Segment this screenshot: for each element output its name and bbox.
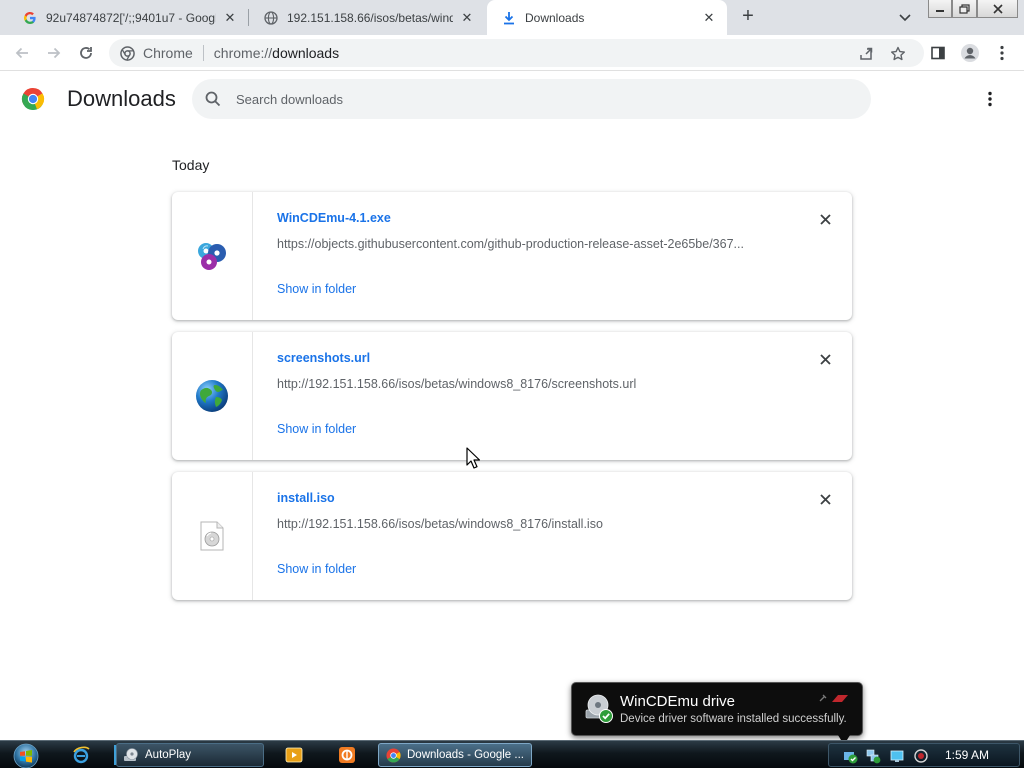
- page-title: Downloads: [67, 86, 176, 111]
- close-tab-icon[interactable]: ✕: [222, 10, 238, 26]
- side-panel-icon[interactable]: [926, 41, 950, 65]
- mouse-cursor-icon: [466, 447, 480, 469]
- windows-logo-icon: [13, 743, 39, 768]
- back-button[interactable]: [10, 41, 34, 65]
- taskbar-button-label: AutoPlay: [145, 749, 192, 761]
- new-tab-button[interactable]: +: [736, 5, 760, 29]
- file-icon-cell: [172, 472, 253, 600]
- globe-icon: [263, 10, 279, 26]
- download-item: screenshots.url http://192.151.158.66/is…: [172, 332, 852, 460]
- tray-volume-icon[interactable]: [913, 748, 929, 764]
- tab-title: Downloads: [525, 10, 585, 25]
- minimize-button[interactable]: [928, 0, 952, 18]
- site-label: Chrome: [143, 45, 193, 61]
- disc-file-icon: [200, 521, 224, 551]
- close-window-button[interactable]: [977, 0, 1018, 18]
- date-section-heading: Today: [172, 157, 210, 173]
- tray-display-icon[interactable]: [889, 748, 905, 764]
- file-icon-cell: [172, 332, 253, 460]
- tab-search-chevron-icon[interactable]: [895, 8, 915, 28]
- tray-tools-icon: [819, 694, 848, 702]
- taskbar-button-autoplay[interactable]: AutoPlay: [116, 743, 264, 767]
- forward-button[interactable]: [42, 41, 66, 65]
- show-in-folder-link[interactable]: Show in folder: [277, 422, 356, 436]
- browser-toolbar: Chrome chrome:// downloads: [0, 35, 1024, 71]
- show-in-folder-link[interactable]: Show in folder: [277, 282, 356, 296]
- wincdemu-discs-icon: [198, 243, 226, 270]
- share-icon[interactable]: [857, 45, 875, 63]
- start-button[interactable]: [8, 742, 44, 768]
- system-tray: 1:59 AM: [828, 743, 1020, 767]
- file-name-link[interactable]: WinCDEmu-4.1.exe: [277, 211, 391, 225]
- profile-avatar-icon[interactable]: [958, 41, 982, 65]
- remove-from-list-icon[interactable]: [817, 351, 833, 367]
- notification-message: Device driver software installed success…: [620, 713, 847, 725]
- app-shortcut-icon[interactable]: [338, 746, 356, 764]
- search-downloads-field[interactable]: [192, 79, 871, 119]
- globe-icon: [196, 380, 228, 412]
- taskbar: AutoPlay Downloads - Google ... 1:59 AM: [0, 740, 1024, 768]
- search-icon: [205, 91, 221, 107]
- autoplay-icon: [123, 747, 139, 763]
- media-player-icon[interactable]: [285, 746, 303, 764]
- restore-button[interactable]: [952, 0, 977, 18]
- browser-menu-icon[interactable]: [990, 41, 1014, 65]
- taskbar-button-chrome-downloads[interactable]: Downloads - Google ...: [378, 743, 532, 767]
- remove-from-list-icon[interactable]: [817, 491, 833, 507]
- tab-title: 92u74874872['/;;9401u7 - Google: [46, 10, 216, 25]
- close-tab-icon[interactable]: ✕: [701, 10, 717, 26]
- downloads-more-actions-icon[interactable]: [980, 88, 1000, 110]
- internet-explorer-icon[interactable]: [72, 746, 90, 764]
- bookmark-star-icon[interactable]: [889, 45, 907, 63]
- download-icon: [501, 10, 517, 26]
- tab-google-search[interactable]: 92u74874872['/;;9401u7 - Google ✕: [8, 0, 248, 35]
- google-g-icon: [22, 10, 38, 26]
- system-clock[interactable]: 1:59 AM: [945, 748, 989, 762]
- tray-network-icon[interactable]: [865, 748, 881, 764]
- url-scheme: chrome://: [213, 45, 273, 61]
- tray-disc-ok-icon[interactable]: [843, 748, 859, 764]
- omnibox-divider: [202, 45, 204, 61]
- file-icon-cell: [172, 192, 253, 320]
- address-bar[interactable]: Chrome chrome:// downloads: [109, 39, 924, 67]
- source-url[interactable]: http://192.151.158.66/isos/betas/windows…: [277, 517, 777, 531]
- source-url[interactable]: https://objects.githubusercontent.com/gi…: [277, 237, 777, 251]
- notification-title: WinCDEmu drive: [620, 693, 736, 710]
- download-item: WinCDEmu-4.1.exe https://objects.githubu…: [172, 192, 852, 320]
- search-downloads-input[interactable]: [236, 91, 736, 107]
- tab-strip: 92u74874872['/;;9401u7 - Google ✕ 192.15…: [0, 0, 1024, 35]
- tab-downloads[interactable]: Downloads ✕: [487, 0, 727, 35]
- url-path: downloads: [272, 45, 340, 61]
- reload-button[interactable]: [74, 41, 98, 65]
- chrome-icon: [385, 747, 401, 763]
- tab-iso-directory[interactable]: 192.151.158.66/isos/betas/windo ✕: [249, 0, 485, 35]
- taskbar-button-label: Downloads - Google ...: [407, 749, 524, 761]
- disc-drive-icon: [585, 694, 613, 723]
- close-tab-icon[interactable]: ✕: [459, 10, 475, 26]
- remove-from-list-icon[interactable]: [817, 211, 833, 227]
- show-in-folder-link[interactable]: Show in folder: [277, 562, 356, 576]
- file-name-link[interactable]: install.iso: [277, 491, 335, 505]
- source-url[interactable]: http://192.151.158.66/isos/betas/windows…: [277, 377, 777, 391]
- chrome-icon: [119, 45, 135, 61]
- file-name-link[interactable]: screenshots.url: [277, 351, 370, 365]
- tab-title: 192.151.158.66/isos/betas/windo: [287, 10, 453, 25]
- download-item: install.iso http://192.151.158.66/isos/b…: [172, 472, 852, 600]
- tray-notification-balloon[interactable]: WinCDEmu drive Device driver software in…: [571, 682, 863, 745]
- chrome-logo-icon: [21, 88, 45, 111]
